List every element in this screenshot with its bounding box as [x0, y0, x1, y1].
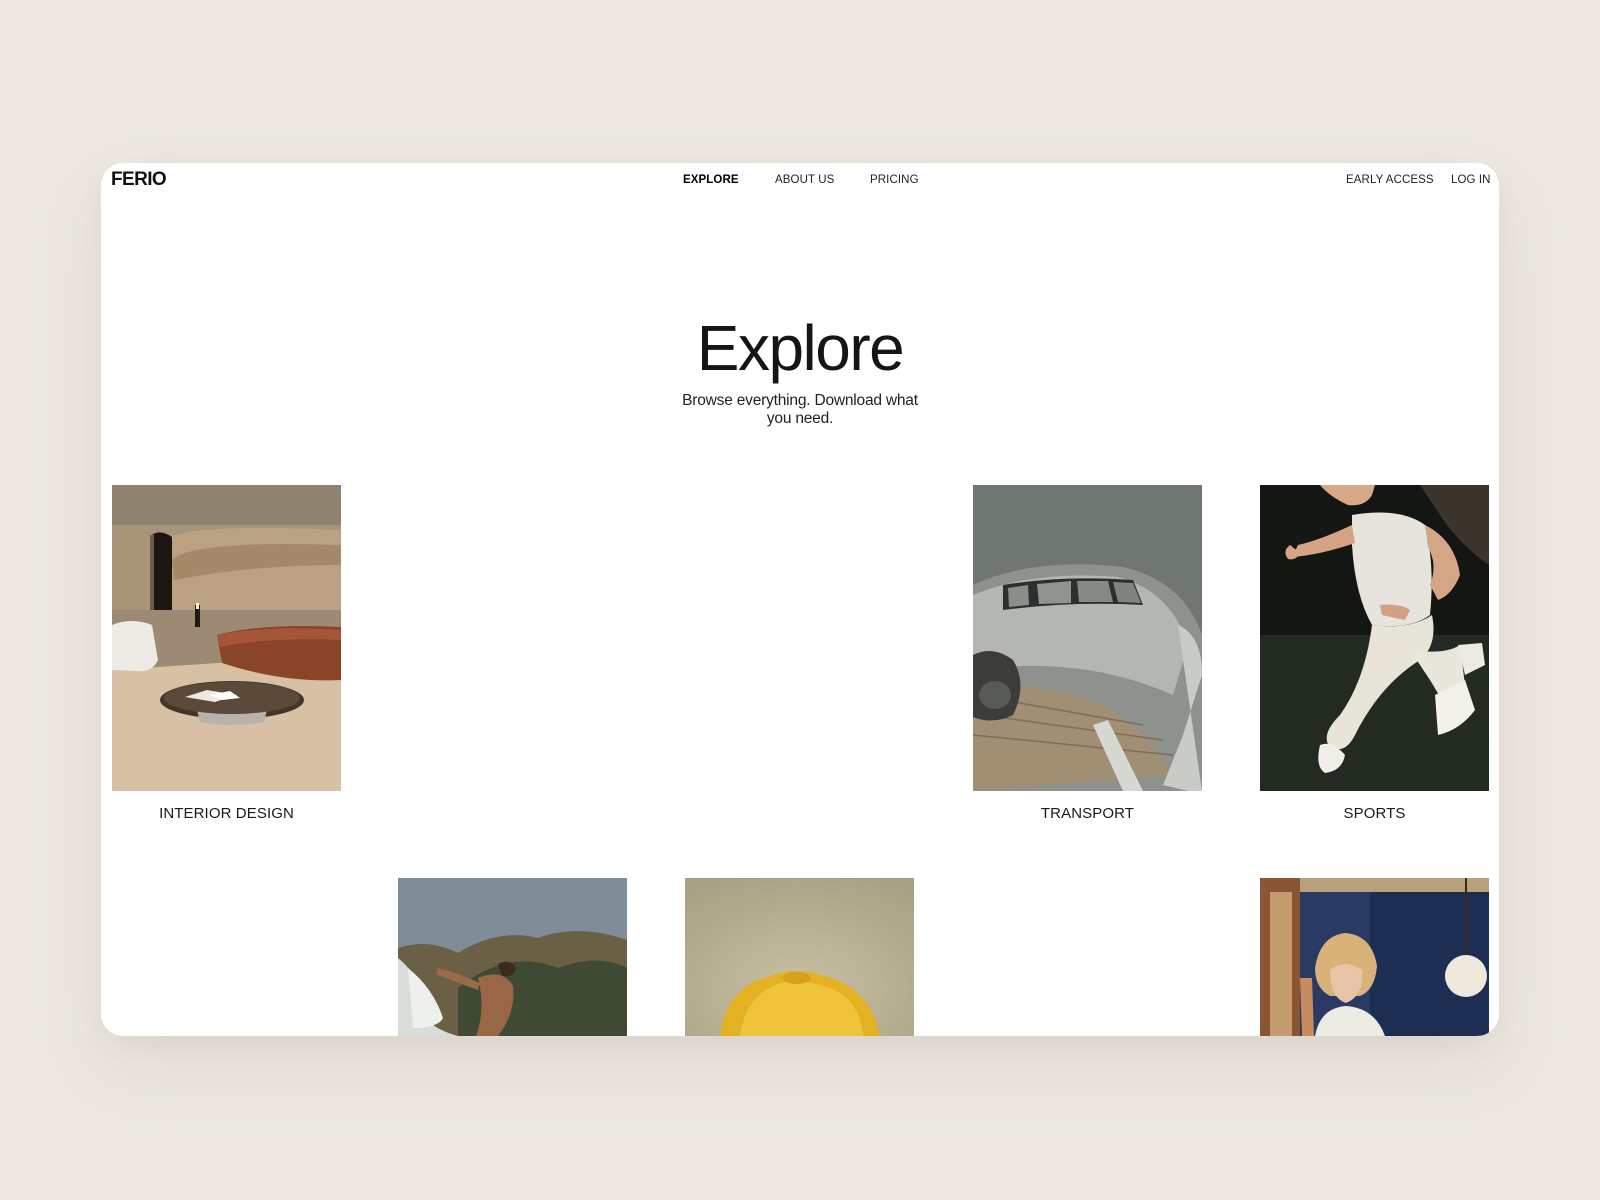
- nav-early-access[interactable]: EARLY ACCESS: [1346, 174, 1434, 186]
- nav-about-us[interactable]: ABOUT US: [775, 174, 834, 186]
- browser-window: FERIO EXPLORE ABOUT US PRICING EARLY ACC…: [101, 163, 1499, 1036]
- transport-photo[interactable]: [973, 485, 1202, 791]
- sports-photo[interactable]: [1260, 485, 1489, 791]
- surf-photo[interactable]: [398, 878, 627, 1036]
- nav-log-in[interactable]: LOG IN: [1451, 174, 1491, 186]
- category-card-people[interactable]: [1260, 878, 1489, 1036]
- category-card-sports[interactable]: SPORTS: [1260, 485, 1489, 835]
- category-label[interactable]: TRANSPORT: [973, 805, 1202, 822]
- lemon-photo[interactable]: [685, 878, 914, 1036]
- nav-pricing[interactable]: PRICING: [870, 174, 919, 186]
- category-card-transport[interactable]: TRANSPORT: [973, 485, 1202, 835]
- page-subtitle: Browse everything. Download what you nee…: [682, 392, 918, 427]
- interior-design-photo[interactable]: [112, 485, 341, 791]
- category-label[interactable]: INTERIOR DESIGN: [112, 805, 341, 822]
- brand-logo[interactable]: FERIO: [111, 169, 167, 191]
- category-card-surf[interactable]: [398, 878, 627, 1036]
- page-title: Explore: [696, 312, 905, 384]
- category-label[interactable]: SPORTS: [1260, 805, 1489, 822]
- portrait-photo[interactable]: [1260, 878, 1489, 1036]
- nav-explore[interactable]: EXPLORE: [683, 174, 739, 186]
- category-card-food[interactable]: [685, 878, 914, 1036]
- category-card-interior-design[interactable]: INTERIOR DESIGN: [112, 485, 341, 835]
